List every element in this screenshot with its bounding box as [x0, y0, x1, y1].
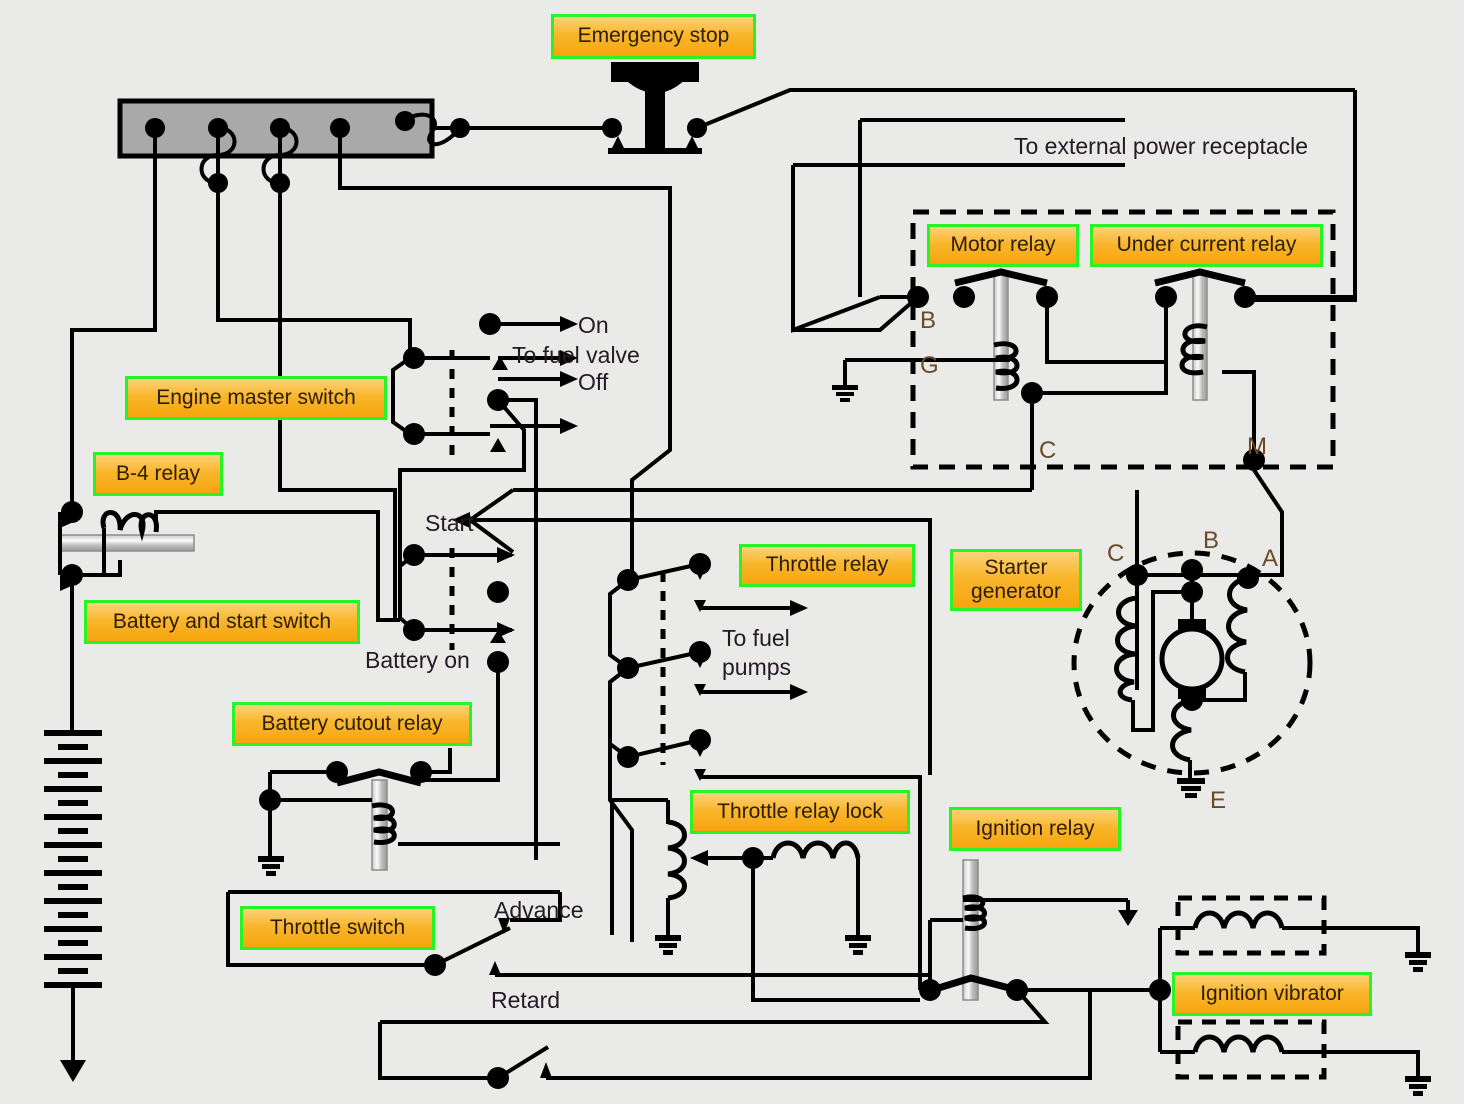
text-start: Start	[425, 510, 474, 536]
start-switch-bracket	[398, 553, 416, 632]
label-text: Under current relay	[1116, 233, 1297, 257]
wire-external-power-2-down	[791, 165, 881, 333]
label-battery-and-start-switch[interactable]: Battery and start switch	[84, 600, 360, 644]
label-text: Throttle switch	[269, 915, 406, 939]
label-text: Battery cutout relay	[261, 711, 443, 735]
label-text: Throttle relay lock	[717, 799, 883, 823]
text-on: On	[578, 312, 609, 338]
terminal-label-a-generator: A	[1262, 545, 1279, 572]
text-advance: Advance	[494, 897, 584, 923]
wire-term4-down-to-throttle	[630, 265, 672, 575]
wire-estop-right	[696, 88, 1355, 130]
label-text: Throttle relay	[765, 553, 889, 577]
terminal-label-c-relay: C	[1039, 437, 1057, 464]
label-emergency-stop[interactable]: Emergency stop	[551, 14, 756, 59]
wire-motor-to-undercurrent-top	[1045, 297, 1168, 364]
terminal-label-m-relay: M	[1247, 433, 1267, 460]
label-text: Emergency stop	[577, 24, 730, 48]
label-text: Engine master switch	[156, 385, 356, 409]
label-text: Battery and start switch	[112, 609, 332, 633]
wire-b-down-left	[793, 295, 920, 332]
label-text: Ignition vibrator	[1200, 981, 1344, 1005]
wire-right-down-to-undercurrent	[1250, 90, 1357, 302]
emergency-stop-symbol[interactable]	[608, 62, 702, 154]
wire-coil-cross	[1032, 362, 1168, 395]
text-battery-on: Battery on	[365, 647, 470, 673]
terminal-label-b-relay: B	[920, 307, 937, 334]
text-to-external-power-receptacle: To external power receptacle	[1014, 133, 1309, 159]
label-battery-cutout-relay[interactable]: Battery cutout relay	[232, 702, 472, 746]
terminal-label-e-generator: E	[1210, 787, 1227, 814]
label-throttle-relay[interactable]: Throttle relay	[739, 544, 915, 587]
wire-start-arrow-up	[468, 488, 515, 522]
label-text: Ignition relay	[975, 816, 1095, 840]
ground-symbol-vibrator-top	[1405, 952, 1431, 972]
label-motor-relay[interactable]: Motor relay	[927, 224, 1079, 267]
text-to-fuel-valve: To fuel valve	[512, 342, 640, 368]
wire-term2-down	[216, 183, 412, 358]
battery-cutout-relay	[258, 768, 560, 876]
label-text: Starter generator	[971, 555, 1061, 603]
b4-relay	[58, 510, 380, 591]
wire-start-arrow-down	[468, 518, 515, 554]
terminal-label-g-relay: G	[920, 352, 939, 379]
ground-symbol-lock-coil	[845, 935, 871, 955]
throttle-relay-coil	[610, 798, 687, 955]
text-off: Off	[578, 369, 609, 395]
terminal-label-b-generator: B	[1203, 527, 1220, 554]
ground-symbol-cutout	[258, 856, 284, 876]
label-starter-generator[interactable]: Starter generator	[950, 549, 1082, 611]
master-switch-bracket	[391, 356, 412, 436]
wiring-schematic-svg	[44, 62, 1431, 1096]
bottom-switch[interactable]	[378, 990, 1092, 1080]
wire-bottom-right-up	[546, 1000, 1092, 1080]
label-throttle-relay-lock[interactable]: Throttle relay lock	[690, 790, 910, 834]
label-b4-relay[interactable]: B-4 relay	[93, 452, 223, 496]
ground-symbol-g	[832, 360, 858, 402]
label-text: Motor relay	[950, 233, 1056, 257]
label-text: B-4 relay	[115, 461, 201, 485]
wire-lock-down-right	[751, 858, 920, 1002]
ground-symbol-throttle-coil	[655, 935, 681, 955]
terminal-label-c-generator: C	[1107, 540, 1125, 567]
ground-symbol-e	[1177, 778, 1205, 798]
wire-ignrelay-bottom-left	[380, 988, 1050, 1024]
battery-symbol	[44, 730, 102, 1082]
label-ignition-relay[interactable]: Ignition relay	[949, 807, 1121, 851]
text-retard: Retard	[491, 987, 561, 1013]
label-throttle-switch[interactable]: Throttle switch	[240, 906, 435, 950]
label-ignition-vibrator[interactable]: Ignition vibrator	[1172, 972, 1372, 1016]
label-under-current-relay[interactable]: Under current relay	[1090, 224, 1323, 267]
label-engine-master-switch[interactable]: Engine master switch	[125, 376, 387, 420]
ground-symbol-vibrator-bottom	[1405, 1076, 1431, 1096]
wiring-diagram-canvas: Emergency stop Motor relay Under current…	[0, 0, 1464, 1104]
text-to-fuel-line2: pumps	[722, 654, 792, 680]
text-to-fuel-line1: To fuel	[722, 625, 790, 651]
